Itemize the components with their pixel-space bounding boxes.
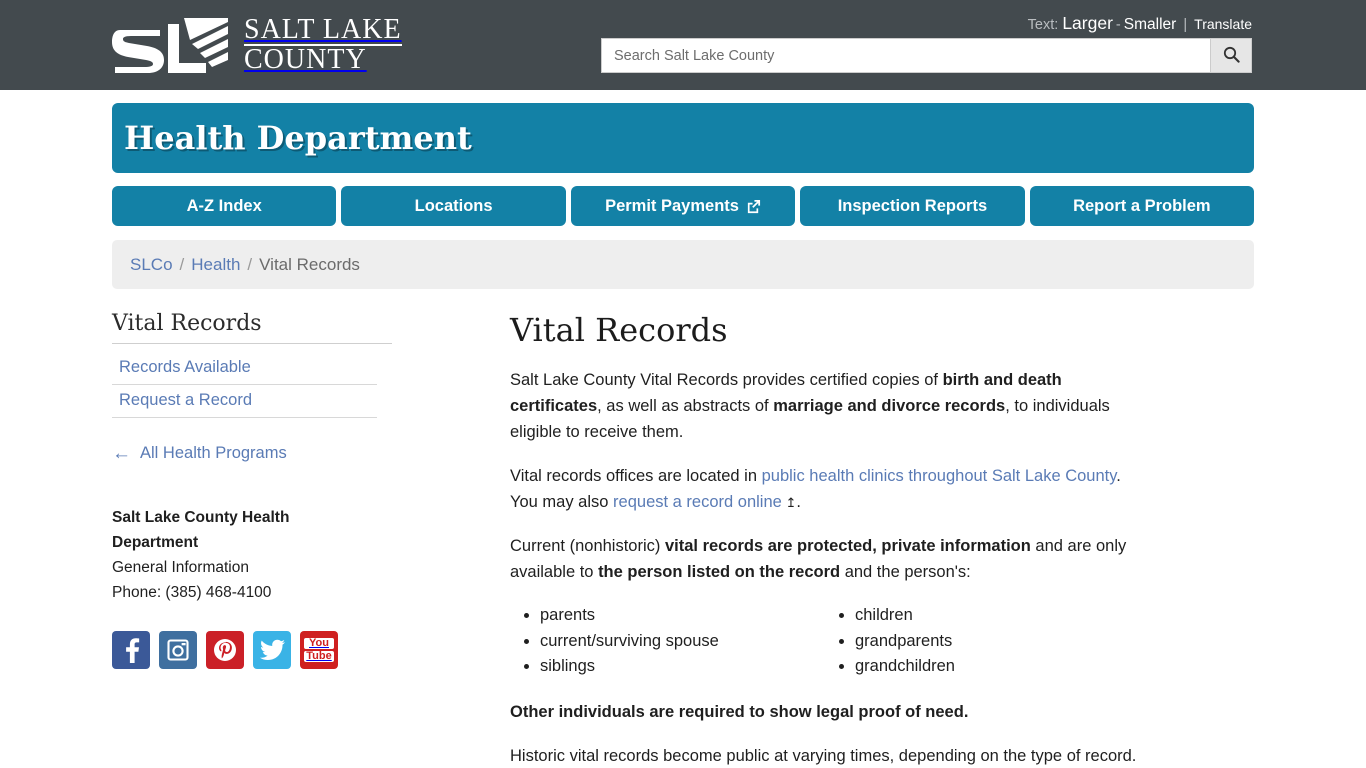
list-item: grandchildren bbox=[855, 654, 1140, 679]
legal-proof-note: Other individuals are required to show l… bbox=[510, 702, 969, 721]
sidebar: Vital Records Records Available Request … bbox=[112, 311, 510, 768]
search-input[interactable] bbox=[601, 38, 1210, 73]
p3-bold1: vital records are protected, private inf… bbox=[664, 537, 1031, 556]
breadcrumb-separator: / bbox=[247, 254, 253, 274]
sl-sunburst-icon bbox=[112, 17, 228, 73]
text-dash: - bbox=[1115, 17, 1121, 33]
breadcrumb-item-current: Vital Records bbox=[259, 254, 360, 274]
search-button[interactable] bbox=[1210, 38, 1252, 73]
link-request-record-online[interactable]: request a record online bbox=[613, 493, 782, 511]
text-larger-link[interactable]: Larger bbox=[1062, 13, 1113, 33]
p2-text1: Vital records offices are located in bbox=[510, 467, 762, 486]
text-size-label: Text: bbox=[1027, 17, 1059, 33]
breadcrumb-item-slco[interactable]: SLCo bbox=[130, 255, 173, 275]
search-icon bbox=[1223, 46, 1240, 66]
eligible-list-column-2: children grandparents grandchildren bbox=[825, 603, 1140, 678]
nav-button-inspection-reports[interactable]: Inspection Reports bbox=[800, 186, 1025, 226]
link-public-health-clinics[interactable]: public health clinics throughout Salt La… bbox=[762, 467, 1117, 485]
p1-bold2: marriage and divorce records bbox=[773, 397, 1006, 416]
sidebar-title: Vital Records bbox=[112, 311, 392, 344]
nav-label: A-Z Index bbox=[186, 196, 262, 215]
instagram-icon[interactable] bbox=[159, 631, 197, 670]
list-item: grandparents bbox=[855, 629, 1140, 654]
facebook-icon[interactable] bbox=[112, 631, 150, 670]
contact-name-line1: Salt Lake County Health bbox=[112, 509, 290, 526]
contact-general-info: General Information bbox=[112, 559, 249, 577]
site-logo[interactable]: SALT LAKE COUNTY bbox=[112, 13, 402, 75]
p1-text2: , as well as abstracts of bbox=[597, 397, 774, 416]
content-heading: Vital Records bbox=[510, 311, 728, 349]
department-banner: Health Department bbox=[112, 103, 1254, 173]
breadcrumb: SLCo / Health / Vital Records bbox=[112, 240, 1254, 289]
pinterest-icon[interactable] bbox=[206, 631, 244, 670]
logo-line-1: SALT LAKE bbox=[244, 13, 402, 46]
nav-button-locations[interactable]: Locations bbox=[341, 186, 566, 226]
nav-button-a-z-index[interactable]: A-Z Index bbox=[112, 186, 337, 226]
page-container: Health Department A-Z Index Locations Pe… bbox=[112, 103, 1255, 768]
p1-text1: Salt Lake County Vital Records provides … bbox=[510, 371, 943, 389]
nav-button-report-a-problem[interactable]: Report a Problem bbox=[1029, 186, 1255, 226]
translate-link[interactable]: Translate bbox=[1194, 16, 1252, 32]
text-smaller-link[interactable]: Smaller bbox=[1124, 16, 1177, 33]
text-pipe: | bbox=[1183, 17, 1188, 33]
p2-text3: . bbox=[796, 493, 801, 512]
main-content: Vital Records Salt Lake County Vital Rec… bbox=[510, 311, 1254, 768]
contact-block: Salt Lake County Health Department Gener… bbox=[112, 505, 322, 605]
sidebar-back-label: All Health Programs bbox=[140, 444, 287, 462]
p3-text1: Current (nonhistoric) bbox=[510, 537, 665, 556]
contact-name-line2: Department bbox=[112, 534, 199, 552]
paragraph-intro: Salt Lake County Vital Records provides … bbox=[510, 367, 1140, 445]
nav-label: Permit Payments bbox=[605, 196, 739, 215]
external-link-icon bbox=[746, 199, 761, 214]
content-columns: Vital Records Records Available Request … bbox=[112, 311, 1254, 768]
nav-label: Inspection Reports bbox=[837, 196, 988, 215]
list-item: current/surviving spouse bbox=[540, 629, 825, 654]
eligible-list-column-1: parents current/surviving spouse sibling… bbox=[510, 603, 825, 678]
twitter-icon[interactable] bbox=[253, 631, 291, 670]
list-item: children bbox=[855, 603, 1140, 628]
sidebar-item-request-a-record[interactable]: Request a Record bbox=[112, 385, 377, 418]
logo-line-2: COUNTY bbox=[244, 44, 367, 75]
eligible-persons-list: parents current/surviving spouse sibling… bbox=[510, 603, 1140, 678]
sidebar-back-link[interactable]: ← All Health Programs bbox=[112, 444, 510, 463]
page-title: Health Department bbox=[124, 119, 472, 157]
breadcrumb-item-health[interactable]: Health bbox=[191, 255, 240, 275]
contact-phone: Phone: (385) 468-4100 bbox=[112, 584, 272, 602]
sidebar-item-records-available[interactable]: Records Available bbox=[112, 352, 377, 385]
social-links: You Tube bbox=[112, 631, 510, 670]
youtube-icon[interactable]: You Tube bbox=[300, 631, 338, 670]
nav-label: Locations bbox=[414, 196, 493, 215]
site-search-form bbox=[601, 38, 1252, 73]
p3-bold2: the person listed on the record bbox=[598, 563, 841, 582]
logo-wordmark: SALT LAKE COUNTY bbox=[244, 13, 402, 75]
department-nav: A-Z Index Locations Permit Payments Insp… bbox=[112, 186, 1255, 226]
breadcrumb-separator: / bbox=[179, 254, 185, 274]
arrow-left-icon: ← bbox=[112, 443, 131, 464]
paragraph-privacy: Current (nonhistoric) vital records are … bbox=[510, 533, 1140, 585]
nav-label: Report a Problem bbox=[1073, 196, 1211, 215]
p3-text3: and the person's: bbox=[840, 563, 971, 582]
list-item: parents bbox=[540, 603, 825, 628]
youtube-wordmark: You Tube bbox=[304, 637, 334, 663]
external-link-icon: ↥ bbox=[781, 495, 797, 511]
site-header: SALT LAKE COUNTY Text: Larger - Smaller | … bbox=[0, 0, 1366, 90]
list-item: siblings bbox=[540, 654, 825, 679]
sidebar-links: Records Available Request a Record bbox=[112, 352, 377, 418]
text-size-controls: Text: Larger - Smaller | Translate bbox=[1028, 13, 1252, 34]
paragraph-offices: Vital records offices are located in pub… bbox=[510, 463, 1140, 515]
paragraph-historic: Historic vital records become public at … bbox=[510, 746, 1137, 765]
nav-button-permit-payments[interactable]: Permit Payments bbox=[570, 186, 796, 226]
